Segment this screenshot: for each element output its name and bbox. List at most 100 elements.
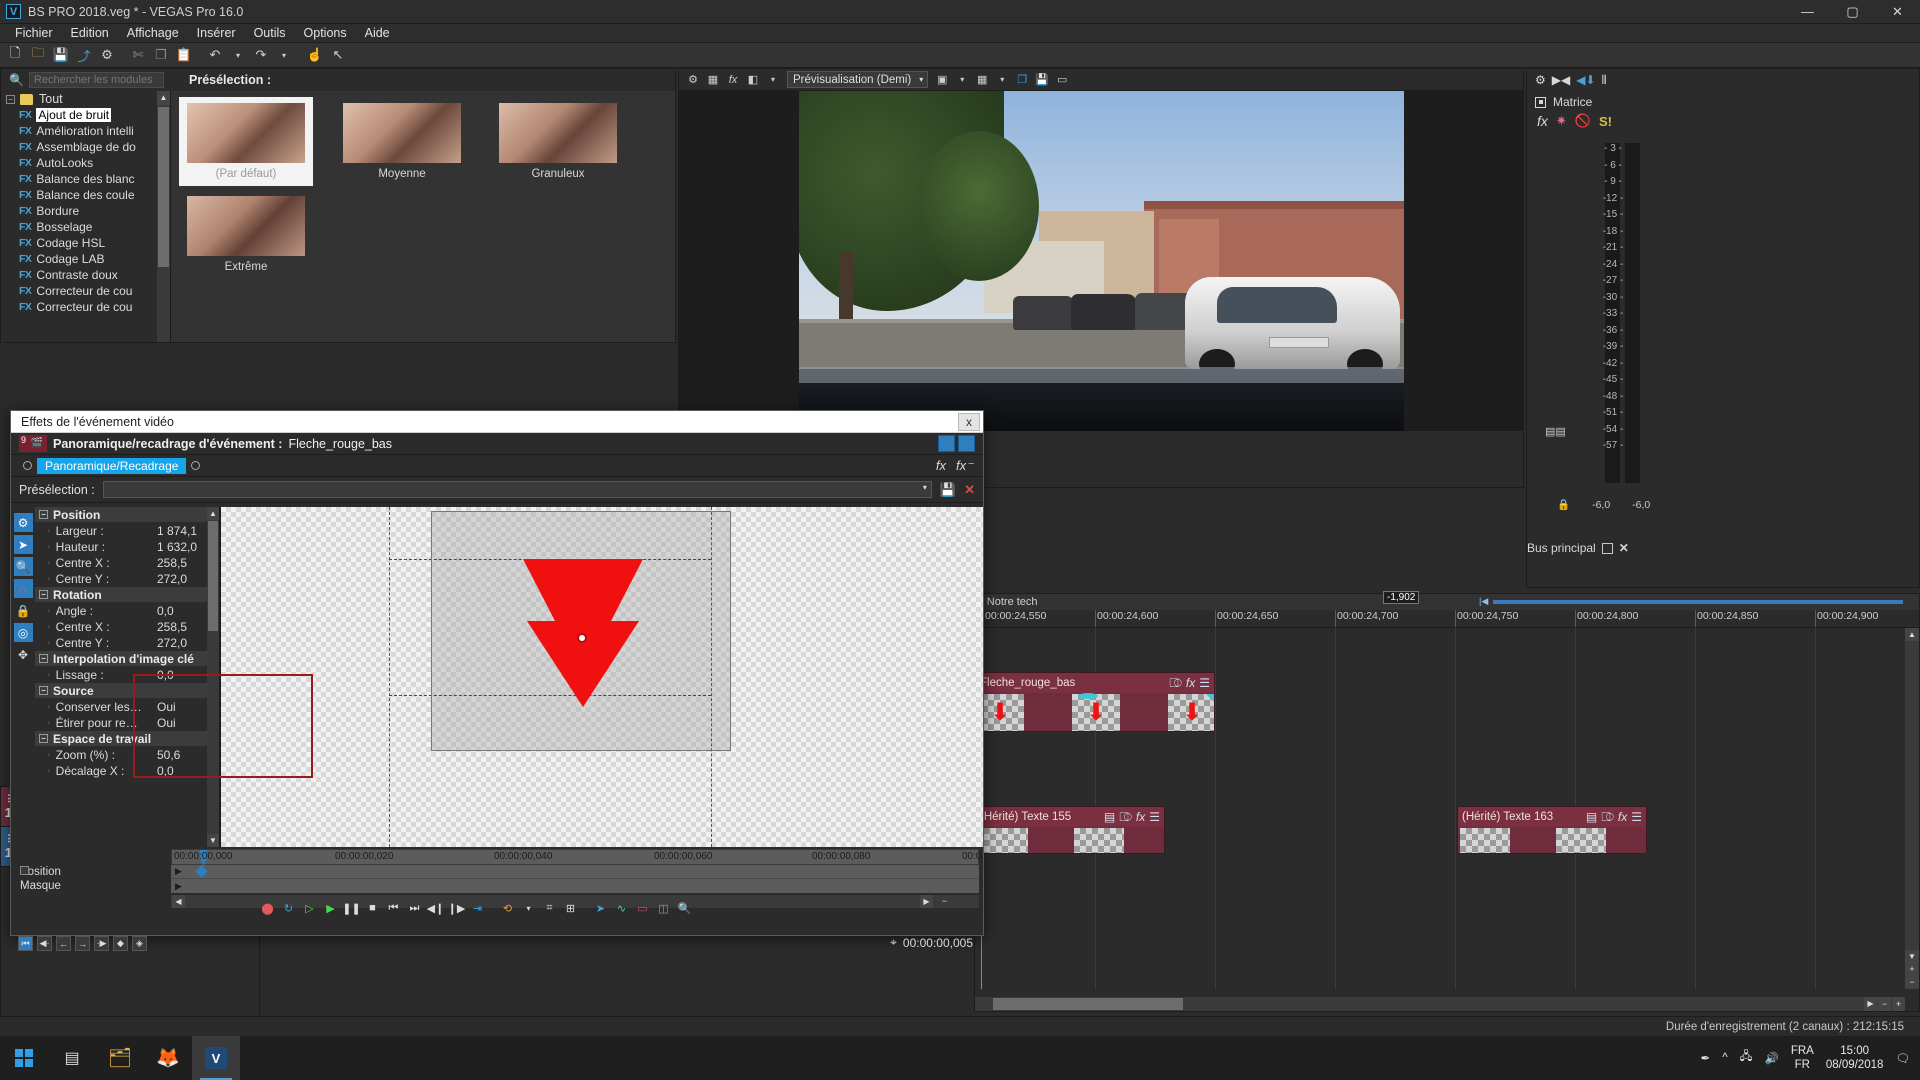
collapse-icon[interactable]: − [39,654,48,663]
timeline-clip-texte-155[interactable]: (Hérité) Texte 155 ▤ ⎄ fx ☰ [975,806,1165,854]
param-row-position-centre-y[interactable]: · Centre Y : 272,0 [35,571,219,587]
param-row-conserver[interactable]: · Conserver les… Oui [35,699,219,715]
save-preset-icon[interactable]: 💾 [940,482,956,498]
enable-snapping-icon[interactable]: ∩ [13,579,33,598]
dialog-close-button[interactable]: x [958,412,980,431]
mute-icon[interactable]: ◀⬇ [1576,73,1595,87]
event-pan-crop-icon[interactable]: ⎄ [1119,810,1132,825]
tree-root-tout[interactable]: − Tout [1,91,170,107]
copy-icon[interactable]: ❐ [150,45,172,66]
fx-icon[interactable]: fx [1537,113,1548,129]
fx-icon[interactable]: fx [724,71,742,89]
redo-icon[interactable]: ↷ [250,45,272,66]
tree-item-codage-lab[interactable]: FX Codage LAB [1,251,170,267]
external-monitor-icon[interactable]: ▭ [1053,71,1071,89]
masque-checkbox[interactable] [20,866,29,875]
mute-icon[interactable]: 🚫 [1575,113,1591,129]
zoom-out-time-icon[interactable]: − [1878,997,1891,1011]
ignore-event-grouping-icon[interactable]: ⊞ [561,899,580,918]
menu-inserer[interactable]: Insérer [188,25,245,41]
play-from-start-icon[interactable]: ▷ [300,899,319,918]
clip-body[interactable] [976,828,1164,853]
param-group-position[interactable]: − Position [35,507,219,523]
split-screen-icon[interactable]: ◧ [744,71,762,89]
clip-header[interactable]: Fleche_rouge_bas ⎄ fx ☰ [976,673,1214,693]
param-row-rotation-centre-x[interactable]: · Centre X : 258,5 [35,619,219,635]
param-row-rotation-centre-y[interactable]: · Centre Y : 272,0 [35,635,219,651]
param-row-position-centre-x[interactable]: · Centre X : 258,5 [35,555,219,571]
automation-icon[interactable]: ✷ [1556,113,1567,129]
param-row-lissage[interactable]: · Lissage : 0,0 [35,667,219,683]
network-icon[interactable]: 🖧 [1740,1049,1753,1068]
param-row-decalage-x[interactable]: · Décalage X : 0,0 [35,763,219,779]
tree-item-contraste-doux[interactable]: FX Contraste doux [1,267,170,283]
matrix-row[interactable]: Matrice [1527,91,1919,111]
scroll-up-icon[interactable]: ▲ [1905,628,1919,641]
lock-icon[interactable]: 🔒 [1557,498,1570,511]
gear-icon[interactable]: ⚙ [684,71,702,89]
zoom-in-time-icon[interactable]: + [1892,997,1905,1011]
project-video-properties-icon[interactable]: ▦ [704,71,722,89]
envelope-edit-tool-icon[interactable]: ∿ [612,899,631,918]
param-row-largeur[interactable]: · Largeur : 1 874,1 [35,523,219,539]
volume-icon[interactable]: 🔊 [1765,1051,1779,1065]
meter-mode-icon[interactable]: ▤▤ [1545,425,1566,438]
timeline-horizontal-scrollbar[interactable]: ▶ − + [975,997,1905,1011]
timeline-vertical-scrollbar[interactable]: ▲ ▼ + − [1905,628,1919,989]
tree-item-correcteur-couleurs-1[interactable]: FX Correcteur de cou [1,283,170,299]
parameter-scrollbar[interactable]: ▲ ▼ [207,507,219,847]
tree-item-correcteur-couleurs-2[interactable]: FX Correcteur de cou [1,299,170,315]
paste-icon[interactable]: 📋 [173,45,195,66]
preview-video-area[interactable] [679,91,1523,431]
zoom-edit-tool-icon[interactable]: ◫ [654,899,673,918]
fx-icon[interactable]: fx [936,458,946,474]
param-row-etirer[interactable]: · Étirer pour re… Oui [35,715,219,731]
last-keyframe-icon[interactable]: ·▶ [94,936,109,951]
overlays-dropdown-icon[interactable]: ▾ [953,71,971,89]
preset-item-default[interactable]: (Par défaut) [179,97,313,186]
tree-item-bosselage[interactable]: FX Bosselage [1,219,170,235]
tree-item-assemblage[interactable]: FX Assemblage de do [1,139,170,155]
save-project-icon[interactable]: 💾 [50,45,72,66]
timeline-clip-texte-163[interactable]: (Hérité) Texte 163 ▤ ⎄ fx ☰ [1457,806,1647,854]
render-as-icon[interactable]: ⤴ [73,45,95,66]
firefox-icon[interactable]: 🦊 [144,1036,192,1080]
selection-tool-icon[interactable]: ➤ [13,535,33,554]
tree-item-bordure[interactable]: FX Bordure [1,203,170,219]
maximize-button[interactable]: ▢ [1830,0,1875,24]
clip-header[interactable]: (Hérité) Texte 163 ▤ ⎄ fx ☰ [1458,807,1646,827]
menu-fichier[interactable]: Fichier [6,25,62,41]
auto-ripple-dropdown-icon[interactable]: ▾ [519,899,538,918]
minimize-button[interactable]: — [1785,0,1830,24]
timeline-clip-fleche[interactable]: Fleche_rouge_bas ⎄ fx ☰ ⬇ ⬇ ⬇ [975,672,1215,732]
split-dropdown-icon[interactable]: ▾ [764,71,782,89]
parameter-list[interactable]: − Position · Largeur : 1 874,1 · Hauteur… [35,507,220,847]
chain-item-panoramique-recadrage[interactable]: Panoramique/Recadrage [37,457,187,474]
new-project-icon[interactable]: 🗋 [4,45,26,66]
menu-aide[interactable]: Aide [356,25,399,41]
plugin-chain-view-button[interactable] [938,435,955,452]
menu-outils[interactable]: Outils [245,25,295,41]
project-properties-icon[interactable]: ⚙ [96,45,118,66]
show-hidden-icons-icon[interactable]: ^ [1722,1052,1727,1064]
clip-body[interactable]: ⬇ ⬇ ⬇ [976,693,1214,731]
param-row-zoom[interactable]: · Zoom (%) : 50,6 [35,747,219,763]
scroll-down-icon[interactable]: ▼ [207,834,219,847]
timeline-zoom-bar[interactable]: -1,902 |◀ [1383,591,1903,607]
save-snapshot-icon[interactable]: 💾 [1033,71,1051,89]
bus-close-icon[interactable]: ✕ [1619,541,1629,555]
collapse-icon[interactable]: − [39,686,48,695]
loop-playback-icon[interactable]: ↻ [279,899,298,918]
scrollbar-thumb[interactable] [208,521,218,631]
task-view-icon[interactable]: ▤ [48,1036,96,1080]
preset-item-moyenne[interactable]: Moyenne [335,97,469,186]
scroll-right-icon[interactable]: ▶ [1864,997,1877,1011]
normal-edit-tool-icon[interactable]: ➤ [591,899,610,918]
clip-menu-icon[interactable]: ☰ [1631,810,1642,824]
plugin-grid-view-button[interactable] [958,435,975,452]
undo-icon[interactable]: ↶ [204,45,226,66]
grid-dropdown-icon[interactable]: ▾ [993,71,1011,89]
preset-item-granuleux[interactable]: Granuleux [491,97,625,186]
previous-keyframe-icon[interactable]: ◀· [37,936,52,951]
tree-item-amelioration[interactable]: FX Amélioration intelli [1,123,170,139]
